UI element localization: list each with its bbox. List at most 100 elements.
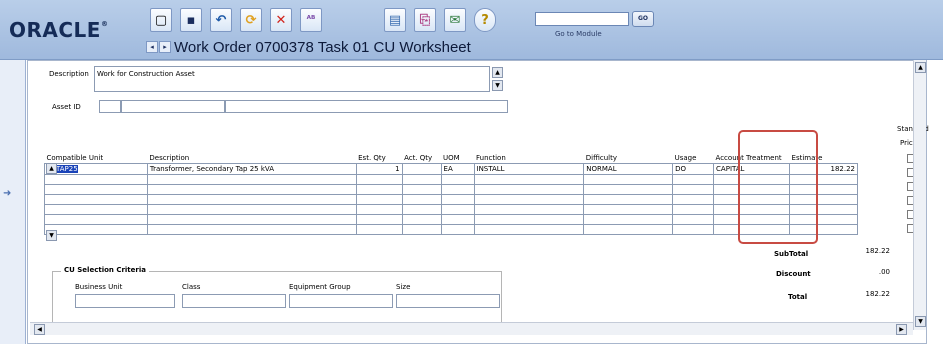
subtotal-value: 182.22 [865,247,891,255]
undo-icon[interactable]: ↶ [210,8,232,32]
goto-module-input[interactable] [535,12,629,26]
grid-cell[interactable] [146,213,357,225]
new-icon[interactable]: ▢ [150,8,172,32]
grid-cell[interactable] [401,183,442,195]
grid-cell[interactable] [355,183,403,195]
grid-cell[interactable] [44,173,148,185]
grid-cell[interactable] [355,173,403,185]
horizontal-scrollbar[interactable]: ◀ ▶ [30,322,913,335]
grid-cell[interactable] [583,173,674,185]
grid-cell[interactable] [583,213,674,225]
grid-cell[interactable] [44,193,148,205]
scroll-up-icon[interactable]: ▲ [492,67,503,78]
grid-cell[interactable] [672,203,715,215]
grid-cell[interactable] [672,193,715,205]
grid-cell[interactable] [473,183,585,195]
cell-compatible-unit[interactable]: KSTAP25 [44,162,148,175]
grid-scroll-down-icon[interactable]: ▼ [46,230,57,241]
grid-cell[interactable] [440,223,475,235]
scroll-right-icon[interactable]: ▶ [896,324,907,335]
go-button[interactable]: GO [632,11,654,27]
cell-uom[interactable]: EA [440,162,475,175]
next-record-button[interactable]: ▸ [159,41,171,53]
grid-cell[interactable] [473,203,585,215]
grid-cell[interactable] [44,183,148,195]
cell-usage[interactable]: DO [672,162,715,175]
grid-cell[interactable] [672,213,715,225]
grid-cell[interactable] [440,193,475,205]
grid-cell[interactable] [583,203,674,215]
grid-cell[interactable] [146,173,357,185]
grid-cell[interactable] [440,213,475,225]
mail-icon[interactable]: ✉ [444,8,466,32]
grid-cell[interactable] [401,213,442,225]
delete-icon[interactable]: ✕ [270,8,292,32]
asset-description-field[interactable] [225,100,508,113]
grid-cell[interactable] [355,213,403,225]
cell-act-qty[interactable] [401,162,442,175]
table-row[interactable] [44,173,858,185]
arrow-right-icon[interactable]: ➜ [3,188,11,199]
grid-cell[interactable] [355,223,403,235]
asset-id-field[interactable] [121,100,225,113]
grid-cell[interactable] [355,193,403,205]
scroll-up-icon[interactable]: ▲ [915,62,926,73]
grid-cell[interactable] [583,193,674,205]
grid-cell[interactable] [44,203,148,215]
grid-cell[interactable] [44,213,148,225]
class-field[interactable] [182,294,286,308]
grid-cell[interactable] [401,193,442,205]
account-treatment-highlight [738,130,818,244]
discount-label: Discount [776,270,811,278]
table-row[interactable] [44,223,858,235]
scroll-left-icon[interactable]: ◀ [34,324,45,335]
help-icon[interactable]: ? [474,8,496,32]
table-row[interactable] [44,183,858,195]
attach-icon[interactable]: ⎘ [414,8,436,32]
grid-cell[interactable] [583,183,674,195]
previous-record-button[interactable]: ◂ [146,41,158,53]
scroll-down-icon[interactable]: ▼ [915,316,926,327]
report-icon[interactable]: ▤ [384,8,406,32]
table-row[interactable]: KSTAP25 Transformer, Secondary Tap 25 kV… [44,162,858,175]
grid-cell[interactable] [146,203,357,215]
scroll-down-icon[interactable]: ▼ [492,80,503,91]
grid-cell[interactable] [440,203,475,215]
grid-cell[interactable] [146,193,357,205]
grid-scroll-up-icon[interactable]: ▲ [46,163,57,174]
cell-est-qty[interactable]: 1 [355,162,403,175]
grid-cell[interactable] [440,183,475,195]
grid-cell[interactable] [473,173,585,185]
description-field[interactable]: Work for Construction Asset [94,66,490,92]
size-field[interactable] [396,294,500,308]
grid-cell[interactable] [672,183,715,195]
vertical-scrollbar[interactable]: ▲ ▼ [913,60,926,330]
grid-cell[interactable] [473,213,585,225]
refresh-icon[interactable]: ⟳ [240,8,262,32]
grid-cell[interactable] [473,193,585,205]
cell-difficulty[interactable]: NORMAL [583,162,674,175]
grid-cell[interactable] [440,173,475,185]
grid-cell[interactable] [401,173,442,185]
grid-cell[interactable] [44,223,148,235]
business-unit-field[interactable] [75,294,175,308]
cell-function[interactable]: INSTALL [473,162,585,175]
grid-cell[interactable] [672,173,715,185]
save-icon[interactable]: ▪ [180,8,202,32]
grid-cell[interactable] [672,223,715,235]
grid-cell[interactable] [355,203,403,215]
grid-cell[interactable] [583,223,674,235]
grid-cell[interactable] [401,223,442,235]
spellcheck-icon[interactable]: ᴬᴮ [300,8,322,32]
equipment-group-field[interactable] [289,294,393,308]
grid-cell[interactable] [146,223,357,235]
table-row[interactable] [44,203,858,215]
grid-cell[interactable] [401,203,442,215]
grid-cell[interactable] [473,223,585,235]
col-description: Description [149,153,190,162]
cell-description[interactable]: Transformer, Secondary Tap 25 kVA [146,162,357,175]
table-row[interactable] [44,193,858,205]
table-row[interactable] [44,213,858,225]
grid-cell[interactable] [146,183,357,195]
asset-type-field[interactable] [99,100,121,113]
